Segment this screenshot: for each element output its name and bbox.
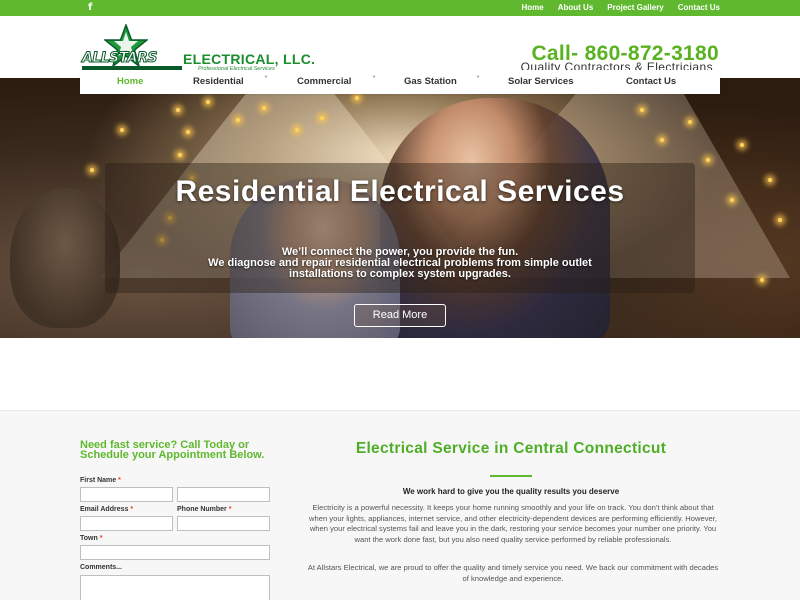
hero-subtitle-line: installations to complex system upgrades… <box>289 268 511 280</box>
top-bar: f Home About Us Project Gallery Contact … <box>0 0 800 16</box>
read-more-button[interactable]: Read More <box>354 304 446 327</box>
town-label-text: Town <box>80 535 98 542</box>
required-mark: * <box>99 535 103 542</box>
hero-subtitle: We’ll connect the power, you provide the… <box>100 247 700 280</box>
content-subtitle: We work hard to give you the quality res… <box>402 487 620 496</box>
top-link-contact-us[interactable]: Contact Us <box>678 3 720 12</box>
phone-label: Phone Number * <box>177 506 231 513</box>
first-name-input[interactable] <box>80 487 173 502</box>
string-light <box>186 130 190 134</box>
top-link-project-gallery[interactable]: Project Gallery <box>607 3 663 12</box>
email-label: Email Address * <box>80 506 133 513</box>
content-title: Electrical Service in Central Connecticu… <box>355 440 667 457</box>
string-light <box>706 158 710 162</box>
string-light <box>176 108 180 112</box>
main-nav: Home Residential ˅ Commercial ˅ Gas Stat… <box>80 70 720 94</box>
spacer-band <box>0 338 800 410</box>
logo-company-name: ELECTRICAL, LLC. <box>183 51 316 67</box>
chevron-down-icon[interactable]: ˅ <box>476 75 480 84</box>
phone-field[interactable] <box>177 516 270 531</box>
string-light <box>640 108 644 112</box>
top-link-home[interactable]: Home <box>521 3 543 12</box>
required-mark: * <box>228 506 232 513</box>
facebook-icon[interactable]: f <box>88 2 92 13</box>
required-mark: * <box>130 506 134 513</box>
hero-banner: Residential Electrical Services We’ll co… <box>0 78 800 338</box>
form-title: Need fast service? Call Today or Schedul… <box>80 439 265 461</box>
string-light <box>236 118 240 122</box>
nav-item-residential[interactable]: Residential <box>193 76 244 87</box>
nav-item-solar-services[interactable]: Solar Services <box>508 76 574 87</box>
last-name-input[interactable] <box>177 487 270 502</box>
nav-item-commercial[interactable]: Commercial <box>297 76 351 87</box>
first-name-label-text: First Name <box>80 477 117 484</box>
string-light <box>778 218 782 222</box>
string-light <box>730 198 734 202</box>
hero-title: Residential Electrical Services <box>175 175 625 208</box>
town-field[interactable] <box>80 545 270 560</box>
email-field[interactable] <box>80 516 173 531</box>
chevron-down-icon[interactable]: ˅ <box>372 75 376 84</box>
string-light <box>206 100 210 104</box>
top-links: Home About Us Project Gallery Contact Us <box>521 3 720 12</box>
string-light <box>740 143 744 147</box>
string-light <box>768 178 772 182</box>
site-header: ALLSTARS ELECTRICAL, LLC. Professional E… <box>0 16 800 78</box>
string-light <box>355 96 359 100</box>
email-label-text: Email Address <box>80 506 129 513</box>
logo-allstars-text: ALLSTARS <box>82 50 158 67</box>
string-light <box>760 278 764 282</box>
nav-item-gas-station[interactable]: Gas Station <box>404 76 457 87</box>
nav-item-contact-us[interactable]: Contact Us <box>626 76 676 87</box>
title-underline <box>490 475 532 477</box>
chevron-down-icon[interactable]: ˅ <box>264 75 268 84</box>
top-link-about-us[interactable]: About Us <box>558 3 594 12</box>
string-light <box>295 128 299 132</box>
string-light <box>660 138 664 142</box>
comments-textarea[interactable] <box>80 575 270 600</box>
required-mark: * <box>118 477 121 484</box>
content-paragraph: Electricity is a powerful necessity. It … <box>309 503 717 544</box>
page: f Home About Us Project Gallery Contact … <box>0 0 800 600</box>
phone-label-text: Phone Number <box>177 506 227 513</box>
string-light <box>688 120 692 124</box>
comments-label: Comments... <box>80 564 123 571</box>
string-light <box>120 128 124 132</box>
nav-item-home[interactable]: Home <box>117 76 143 87</box>
string-light <box>178 153 182 157</box>
content-paragraph: At Allstars Electrical, we are proud to … <box>307 563 719 583</box>
string-light <box>90 168 94 172</box>
first-name-label: First Name * <box>80 477 121 484</box>
string-light <box>320 116 324 120</box>
town-label: Town * <box>80 535 102 542</box>
string-light <box>262 106 266 110</box>
